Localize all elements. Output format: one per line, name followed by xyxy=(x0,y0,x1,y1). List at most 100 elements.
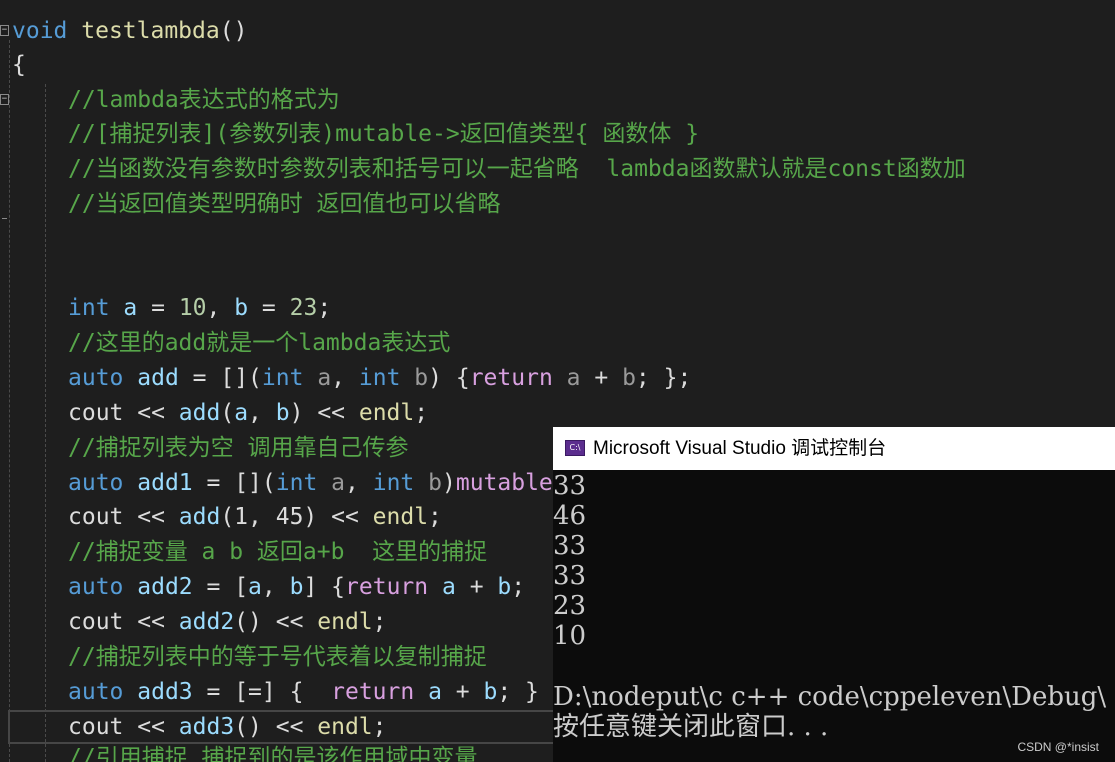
comment-line: //lambda表达式的格式为 xyxy=(68,87,340,113)
return-type: void xyxy=(12,18,68,44)
statement-end: ; }; xyxy=(635,365,692,391)
cout-identifier: cout xyxy=(68,504,124,530)
type-keyword: int xyxy=(358,365,401,391)
captured-var: b xyxy=(289,574,304,600)
operator: = xyxy=(192,470,235,496)
lambda-name: add3 xyxy=(137,679,193,705)
captured-ref: b xyxy=(497,574,512,600)
number-literal: 23 xyxy=(289,295,318,321)
operator: << xyxy=(317,504,373,530)
capture-list: [=] xyxy=(234,679,276,705)
arguments: (1, 45) xyxy=(220,504,318,530)
type-keyword: int xyxy=(261,365,304,391)
bracket: [ xyxy=(234,574,249,600)
auto-keyword: auto xyxy=(68,365,124,391)
captured-var: a xyxy=(248,574,262,600)
endl: endl xyxy=(358,400,415,426)
paren: ( xyxy=(248,365,262,391)
console-output-line: 23 xyxy=(553,591,587,621)
endl: endl xyxy=(372,504,429,530)
param-name: b xyxy=(414,365,429,391)
auto-keyword: auto xyxy=(68,574,124,600)
param-ref: a xyxy=(566,365,581,391)
variable-a: a xyxy=(123,295,138,321)
open-brace-line: { xyxy=(12,48,26,82)
comment-line: //当函数没有参数时参数列表和括号可以一起省略 lambda函数默认就是cons… xyxy=(68,156,966,182)
operator: = xyxy=(192,574,235,600)
comment-line: //捕捉变量 a b 返回a+b 这里的捕捉 xyxy=(68,539,488,565)
param-name: b xyxy=(428,470,442,496)
operator: = xyxy=(178,365,221,391)
brace: { xyxy=(275,679,332,705)
console-output-line: 33 xyxy=(553,531,587,561)
comment-line: //捕捉列表为空 调用靠自己传参 xyxy=(68,435,409,461)
paren: ) xyxy=(428,365,456,391)
fold-end-marker xyxy=(2,218,7,219)
return-keyword: return xyxy=(331,679,415,705)
cout-line: cout << add(1, 45) << endl; xyxy=(68,500,442,534)
cout-line: cout << add2() << endl; xyxy=(68,605,387,639)
lambda-add1-line: auto add1 = [](int a, int b)mutable xyxy=(68,466,553,500)
semicolon: ; xyxy=(414,400,429,426)
console-output-line: 33 xyxy=(553,471,587,501)
separator: , xyxy=(248,400,276,426)
brace: { xyxy=(455,365,470,391)
type-keyword: int xyxy=(372,470,415,496)
separator: , xyxy=(206,295,235,321)
lambda-name: add2 xyxy=(137,574,193,600)
semicolon: ; xyxy=(511,574,526,600)
endl: endl xyxy=(317,714,373,740)
operator: = xyxy=(192,679,235,705)
operator: << xyxy=(123,400,179,426)
mutable-keyword: mutable xyxy=(455,470,553,496)
paren: ) xyxy=(289,400,304,426)
argument: b xyxy=(275,400,290,426)
param-ref: b xyxy=(622,365,636,391)
type-keyword: int xyxy=(68,295,110,321)
open-brace: { xyxy=(12,52,26,78)
console-prompt-line: 按任意键关闭此窗口. . . xyxy=(553,712,829,742)
indent-guide-line xyxy=(45,84,46,762)
collapse-function-icon[interactable]: − xyxy=(0,25,9,36)
comment-line: //当返回值类型明确时 返回值也可以省略 xyxy=(68,191,501,217)
comment-line: //捕捉列表中的等于号代表着以复制捕捉 xyxy=(68,644,487,670)
call-name: add xyxy=(178,504,221,530)
captured-ref: a xyxy=(428,679,442,705)
operator: + xyxy=(441,679,484,705)
call-parens: () xyxy=(234,609,262,635)
statement-end: ; } xyxy=(497,679,539,705)
cout-identifier: cout xyxy=(68,609,124,635)
operator: << xyxy=(123,504,179,530)
param-name: a xyxy=(331,470,346,496)
auto-keyword: auto xyxy=(68,679,124,705)
console-titlebar[interactable]: C:\ Microsoft Visual Studio 调试控制台 xyxy=(553,427,1115,470)
lambda-add2-line: auto add2 = [a, b] {return a + b; xyxy=(68,570,525,604)
collapse-comment-icon[interactable]: − xyxy=(0,94,9,105)
variable-b: b xyxy=(234,295,249,321)
cout-identifier: cout xyxy=(68,400,124,426)
console-app-icon: C:\ xyxy=(565,440,585,456)
debug-console-window[interactable]: C:\ Microsoft Visual Studio 调试控制台 33 46 … xyxy=(553,427,1115,762)
operator: << xyxy=(123,609,179,635)
cout-line: cout << add(a, b) << endl; xyxy=(68,396,428,430)
function-name: testlambda xyxy=(81,18,220,44)
operator: = xyxy=(137,295,179,321)
operator: << xyxy=(123,714,179,740)
separator: , xyxy=(261,574,290,600)
return-keyword: return xyxy=(469,365,553,391)
console-title: Microsoft Visual Studio 调试控制台 xyxy=(593,438,887,459)
call-name: add3 xyxy=(178,714,235,740)
console-output-line: 10 xyxy=(553,621,587,651)
argument: a xyxy=(234,400,249,426)
operator: + xyxy=(580,365,623,391)
call-parens: () xyxy=(234,714,262,740)
operator: << xyxy=(261,714,318,740)
operator: = xyxy=(248,295,290,321)
paren: ( xyxy=(220,400,235,426)
lambda-name: add xyxy=(137,365,179,391)
lambda-add3-line: auto add3 = [=] { return a + b; } xyxy=(68,675,539,709)
console-path-line: D:\nodeput\c c++ code\cppeleven\Debug\ xyxy=(553,682,1107,712)
return-keyword: return xyxy=(345,574,429,600)
semicolon: ; xyxy=(372,714,387,740)
captured-ref: b xyxy=(483,679,498,705)
